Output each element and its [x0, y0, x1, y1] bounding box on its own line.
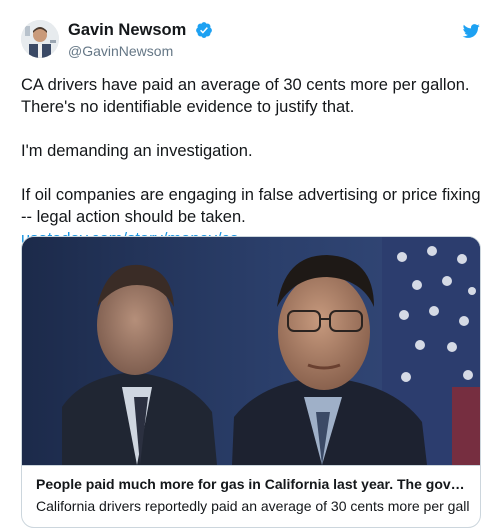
twitter-bird-icon[interactable] — [462, 22, 480, 40]
tweet: Gavin Newsom @GavinNewsom CA drivers hav… — [0, 0, 501, 528]
author-display-name[interactable]: Gavin Newsom — [68, 20, 186, 40]
tweet-header: Gavin Newsom @GavinNewsom — [21, 14, 480, 64]
tweet-text: CA drivers have paid an average of 30 ce… — [21, 74, 483, 250]
card-meta[interactable]: People paid much more for gas in Califor… — [22, 465, 480, 515]
author-avatar[interactable] — [21, 20, 59, 58]
author-name-block: Gavin Newsom @GavinNewsom — [68, 20, 213, 60]
tweet-paragraph: I'm demanding an investigation. — [21, 142, 253, 160]
tweet-paragraph-text: If oil companies are engaging in false a… — [21, 186, 481, 226]
verified-badge-icon — [195, 22, 212, 38]
card-description: California drivers reportedly paid an av… — [36, 498, 470, 514]
press-conference-photo-icon — [22, 237, 480, 465]
avatar-photo-icon — [21, 20, 59, 58]
link-preview-card[interactable]: People paid much more for gas in Califor… — [21, 236, 481, 528]
author-handle[interactable]: @GavinNewsom — [68, 42, 213, 60]
card-image[interactable] — [22, 237, 480, 465]
card-title[interactable]: People paid much more for gas in Califor… — [36, 475, 470, 493]
tweet-paragraph: CA drivers have paid an average of 30 ce… — [21, 76, 470, 116]
